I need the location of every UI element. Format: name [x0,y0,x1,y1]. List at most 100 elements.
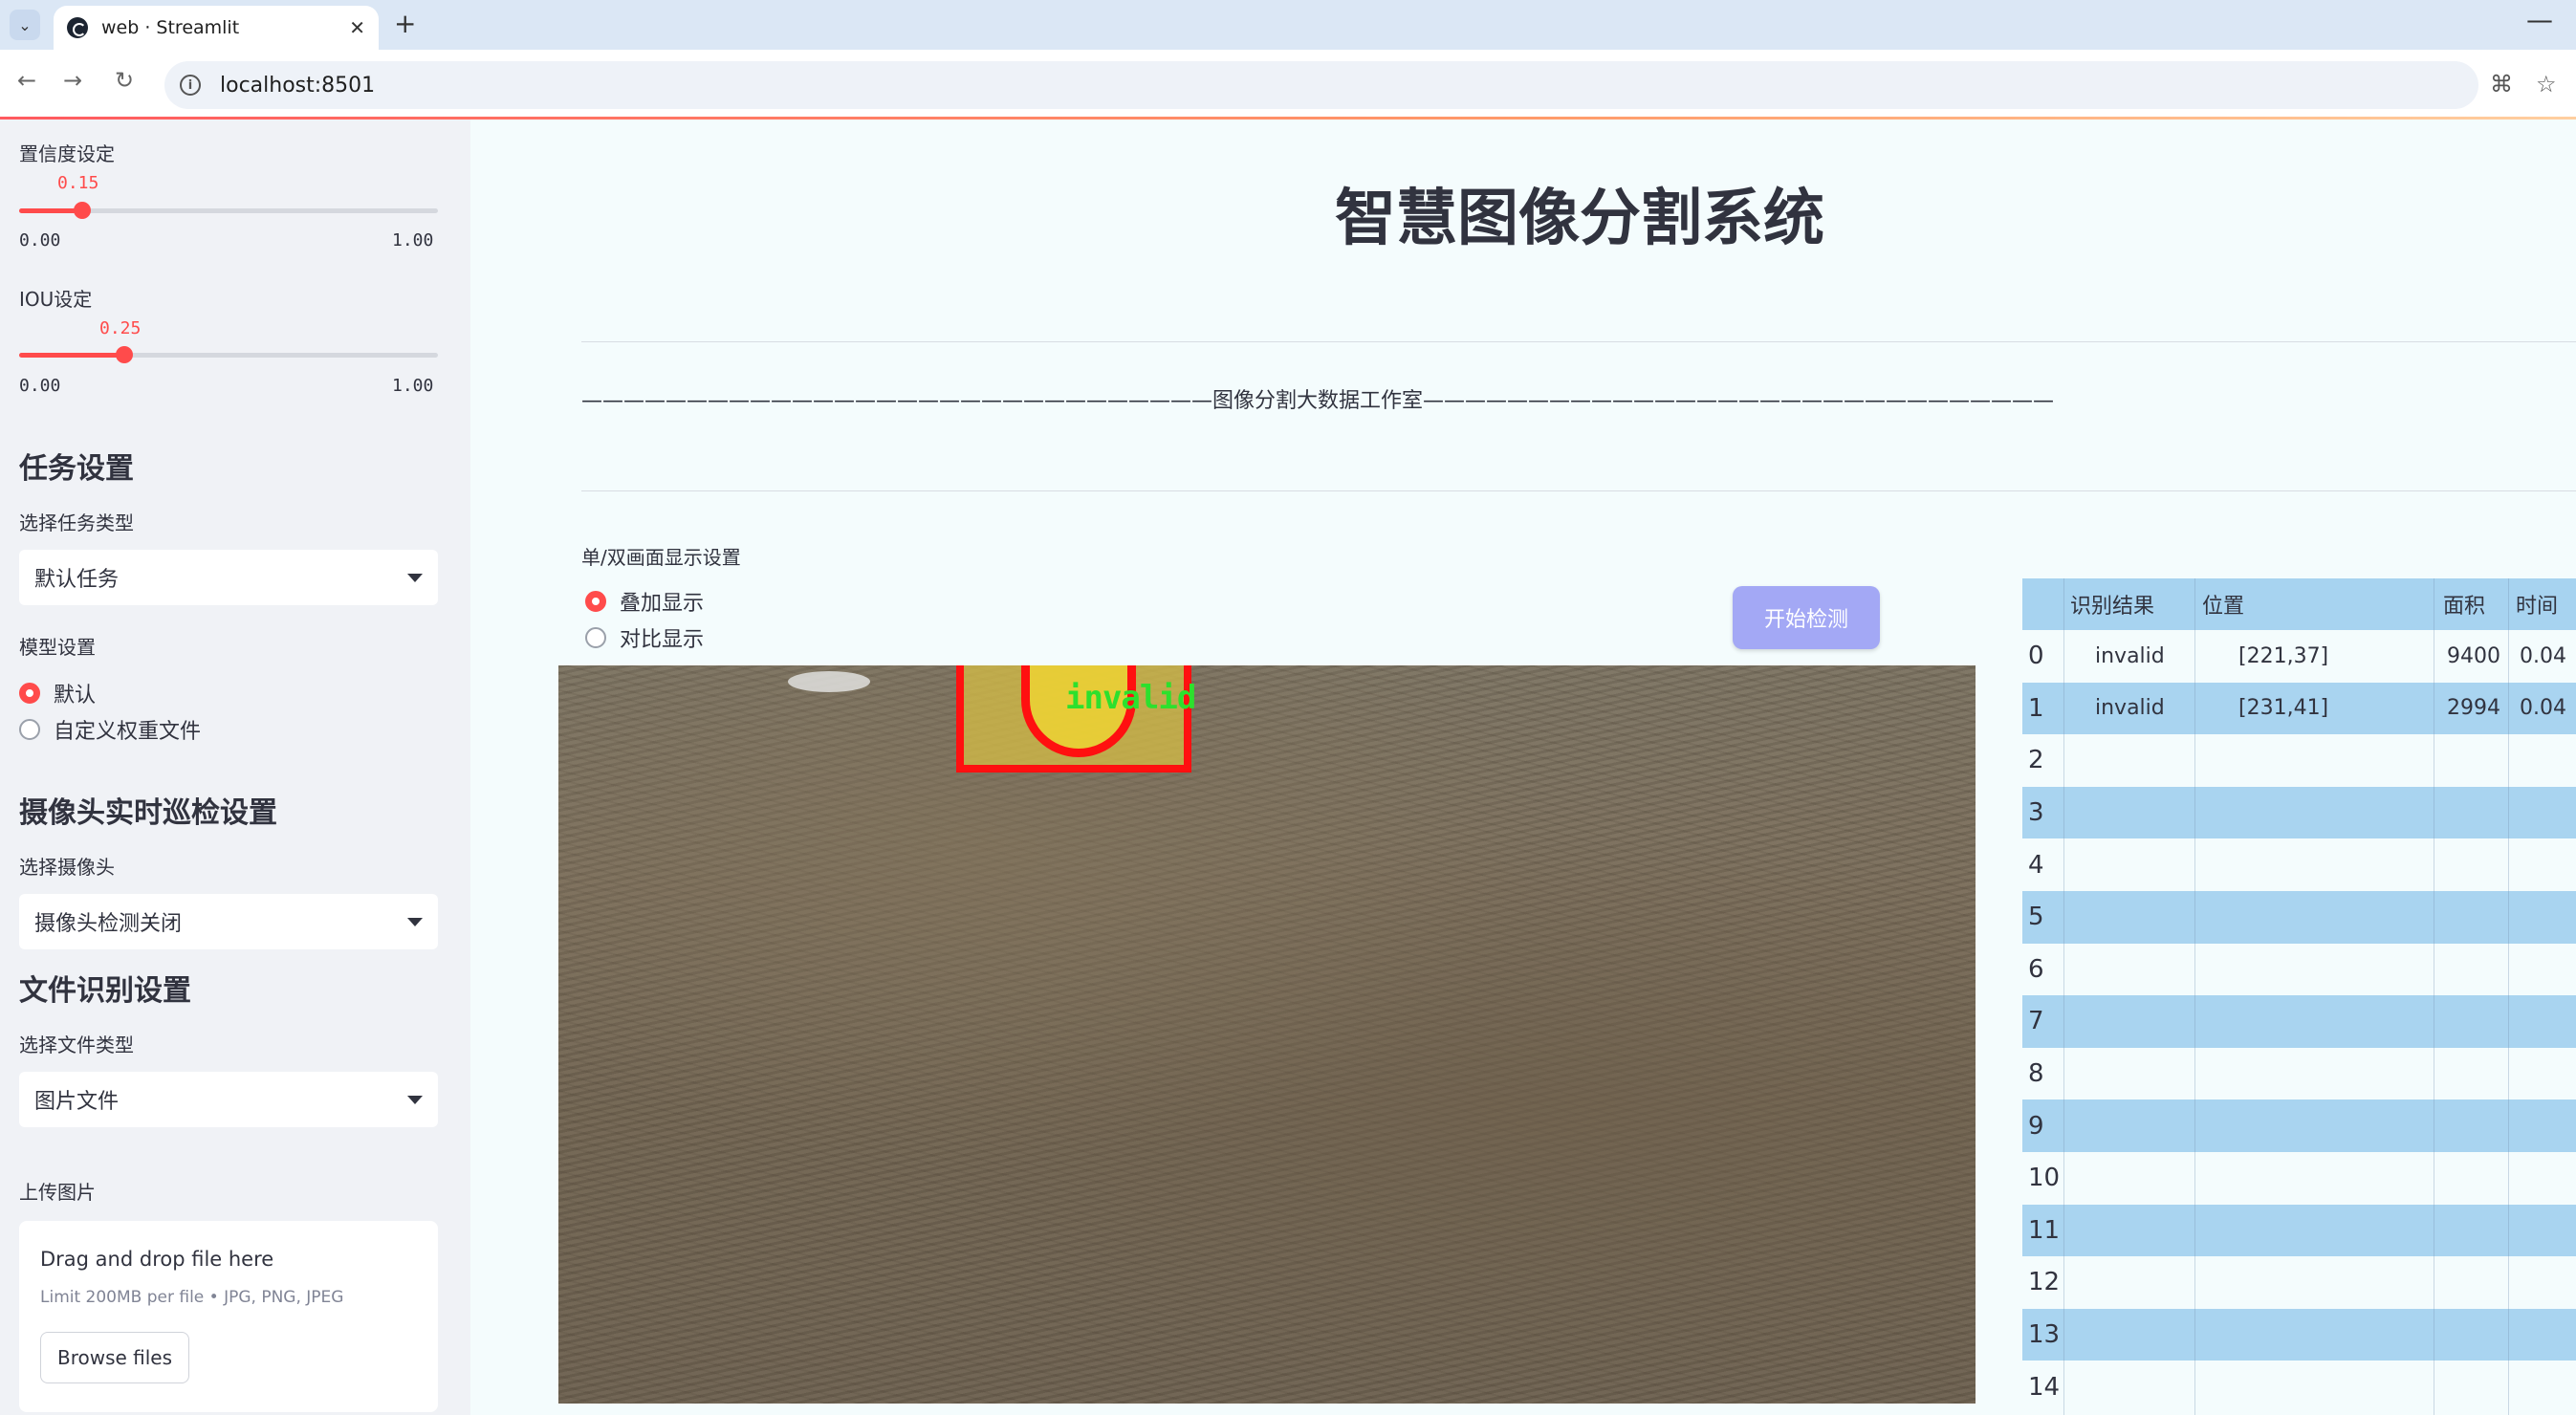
file-type-value: 图片文件 [34,1090,120,1114]
table-row[interactable]: 11 [2022,1204,2576,1257]
browser-toolbar: ← → ↻ i localhost:8501 ⌘ ☆ [0,50,2576,119]
table-row[interactable]: 13 [2022,1308,2576,1361]
cell-result: invalid [2095,696,2165,721]
row-index: 1 [2028,693,2044,723]
radio-checked-icon [19,683,40,704]
bird-shape [788,671,870,692]
dropzone-text: Drag and drop file here [40,1248,274,1271]
detection-label: invalid [1065,679,1196,717]
url-text: localhost:8501 [220,73,376,98]
streamlit-favicon-icon [67,17,88,38]
file-type-label: 选择文件类型 [19,1034,134,1056]
iou-slider-thumb[interactable] [115,346,133,363]
row-index: 3 [2028,798,2044,828]
tab-close-icon[interactable]: ✕ [349,16,365,39]
tab-title: web · Streamlit [101,17,240,38]
header-position[interactable]: 位置 [2202,578,2244,630]
confidence-value: 0.15 [57,173,99,193]
header-area[interactable]: 面积 [2443,578,2485,630]
confidence-label: 置信度设定 [19,142,115,165]
cell-position: [231,41] [2238,696,2329,721]
cell-position: [221,37] [2238,643,2329,668]
table-row[interactable]: 7 [2022,995,2576,1048]
cell-area: 2994 [2447,696,2500,721]
iou-max: 1.00 [392,376,434,396]
table-row[interactable]: 10 [2022,1152,2576,1205]
table-row[interactable]: 1 invalid [231,41] 2994 0.04 [2022,682,2576,735]
row-index: 2 [2028,746,2044,775]
cell-time: 0.04 [2520,696,2566,721]
main-content: 智慧图像分割系统 ——————————————————————————————图… [470,120,2576,1415]
header-time[interactable]: 时间 [2516,578,2558,630]
row-index: 5 [2028,903,2044,932]
browser-tab[interactable]: web · Streamlit ✕ [54,6,379,50]
model-option-label: 默认 [54,684,97,708]
task-type-select[interactable]: 默认任务 [19,550,438,605]
minimize-icon[interactable]: — [2526,4,2553,35]
table-row[interactable]: 12 [2022,1256,2576,1309]
table-row[interactable]: 4 [2022,838,2576,891]
forward-icon[interactable]: → [63,67,82,94]
table-row[interactable]: 2 [2022,734,2576,787]
sidebar: 置信度设定 0.15 0.00 1.00 IOU设定 0.25 0.00 1.0… [0,120,470,1415]
chevron-down-icon [407,1095,423,1104]
back-icon[interactable]: ← [17,67,36,94]
camera-select-label: 选择摄像头 [19,856,115,879]
confidence-slider[interactable] [19,202,438,219]
dropzone-limit: Limit 200MB per file • JPG, PNG, JPEG [40,1288,344,1307]
display-radio-overlay[interactable]: 叠加显示 [585,586,704,617]
table-row[interactable]: 8 [2022,1047,2576,1100]
radio-unchecked-icon [585,627,606,648]
browser-tabstrip: ⌄ web · Streamlit ✕ + — [0,0,2576,50]
iou-slider-fill [19,353,124,358]
table-row[interactable]: 6 [2022,943,2576,996]
confidence-slider-fill [19,208,82,213]
start-detection-button[interactable]: 开始检测 [1733,586,1880,649]
radio-checked-icon [585,591,606,612]
table-row[interactable]: 9 [2022,1099,2576,1152]
camera-select-value: 摄像头检测关闭 [34,912,183,936]
row-index: 11 [2028,1215,2061,1245]
tab-search-button[interactable]: ⌄ [10,10,40,40]
file-type-select[interactable]: 图片文件 [19,1072,438,1127]
file-uploader-dropzone[interactable]: Drag and drop file here Limit 200MB per … [19,1221,438,1412]
detection-result-image: invalid [558,665,1976,1404]
address-bar[interactable]: i localhost:8501 [164,61,2478,109]
row-index: 13 [2028,1320,2061,1350]
model-radio-custom[interactable]: 自定义权重文件 [19,714,201,745]
table-row[interactable]: 5 [2022,891,2576,944]
iou-slider[interactable] [19,346,438,363]
iou-min: 0.00 [19,376,61,396]
cell-time: 0.04 [2520,643,2566,668]
row-index: 6 [2028,954,2044,984]
column-divider [2063,578,2064,1415]
task-settings-heading: 任务设置 [19,452,134,486]
row-index: 10 [2028,1164,2061,1193]
new-tab-icon[interactable]: + [394,8,416,39]
model-option-label: 自定义权重文件 [54,720,202,744]
file-settings-heading: 文件识别设置 [19,974,191,1008]
site-info-icon[interactable]: i [180,75,201,96]
results-table[interactable]: 识别结果 位置 面积 时间 0 invalid [221,37] 9400 0.04 1 i… [2022,578,2576,1415]
task-type-value: 默认任务 [34,568,120,592]
table-row[interactable]: 0 invalid [221,37] 9400 0.04 [2022,630,2576,683]
confidence-min: 0.00 [19,230,61,250]
model-radio-default[interactable]: 默认 [19,678,96,708]
display-option-label: 对比显示 [620,628,705,652]
confidence-slider-thumb[interactable] [73,202,91,219]
reload-icon[interactable]: ↻ [115,67,134,94]
bookmark-star-icon[interactable]: ☆ [2536,71,2557,98]
display-radio-compare[interactable]: 对比显示 [585,622,704,653]
table-row[interactable]: 14 [2022,1361,2576,1413]
divider [581,490,2576,491]
cell-result: invalid [2095,643,2165,668]
divider [581,341,2576,342]
row-index: 4 [2028,850,2044,880]
iou-value: 0.25 [99,318,142,338]
table-row[interactable]: 3 [2022,786,2576,839]
translate-icon[interactable]: ⌘ [2490,71,2513,98]
camera-select[interactable]: 摄像头检测关闭 [19,894,438,949]
model-settings-label: 模型设置 [19,636,96,659]
header-result[interactable]: 识别结果 [2070,578,2154,630]
browse-files-button[interactable]: Browse files [40,1332,189,1383]
